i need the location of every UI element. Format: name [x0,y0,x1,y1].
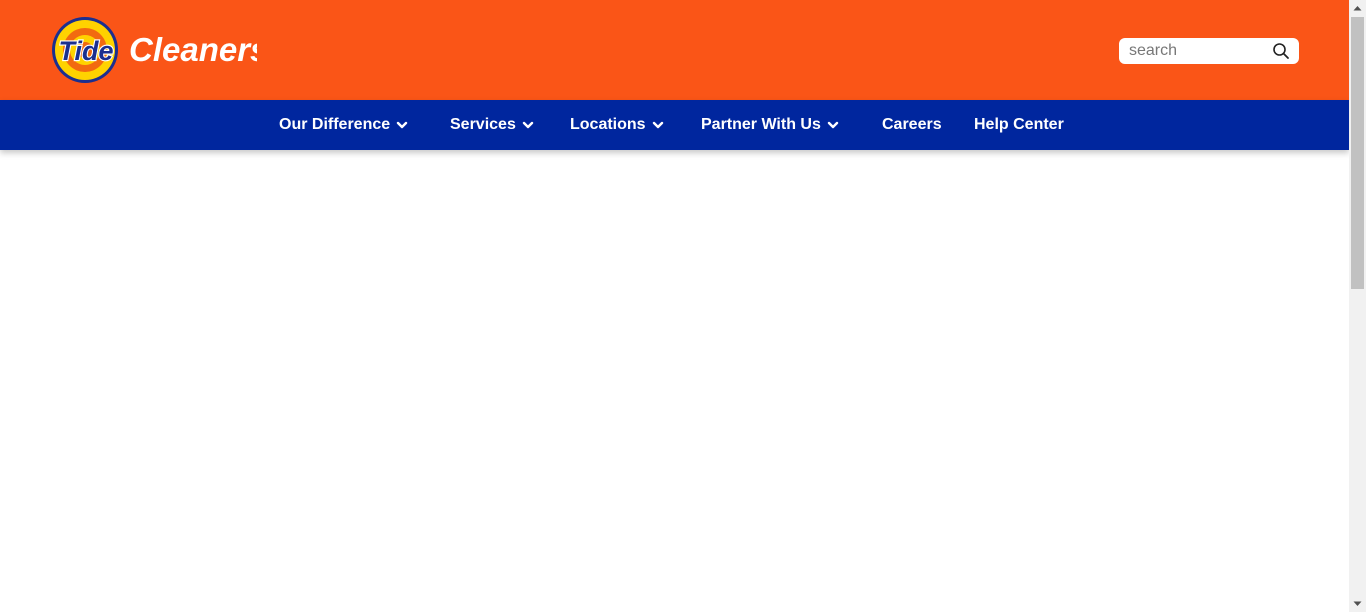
nav-item-careers[interactable]: Careers [882,100,942,150]
main-nav: Our Difference Services Locations Partne… [0,100,1349,150]
tide-badge-icon: Tide [52,17,118,83]
nav-item-label: Services [450,116,516,133]
svg-text:Cleaners: Cleaners [129,31,257,68]
scrollbar-thumb[interactable] [1351,17,1364,289]
svg-text:Tide: Tide [58,36,113,66]
search-icon[interactable] [1272,42,1290,60]
scroll-down-arrow-icon[interactable] [1349,595,1366,612]
tide-cleaners-logo[interactable]: Tide Cleaners [51,16,257,84]
nav-item-help-center[interactable]: Help Center [974,100,1064,150]
nav-item-partner-with-us[interactable]: Partner With Us [701,100,839,150]
cleaners-wordmark: Cleaners [129,31,257,68]
nav-item-services[interactable]: Services [450,100,534,150]
chevron-down-icon [827,121,839,129]
nav-item-locations[interactable]: Locations [570,100,664,150]
chevron-down-icon [652,121,663,129]
search-box [1119,38,1299,64]
nav-item-label: Locations [570,116,646,133]
vertical-scrollbar[interactable] [1349,0,1366,612]
nav-item-label: Partner With Us [701,116,821,133]
nav-item-label: Help Center [974,116,1064,133]
nav-item-our-difference[interactable]: Our Difference [279,100,408,150]
site-header: Tide Cleaners [0,0,1349,100]
browser-page: Tide Cleaners Our Difference Servic [0,0,1366,612]
chevron-down-icon [522,121,534,129]
scroll-up-arrow-icon[interactable] [1349,0,1366,17]
chevron-down-icon [396,121,408,129]
nav-item-label: Our Difference [279,116,391,133]
search-input[interactable] [1129,40,1269,62]
nav-item-label: Careers [882,116,942,133]
page-viewport: Tide Cleaners Our Difference Servic [0,0,1349,612]
